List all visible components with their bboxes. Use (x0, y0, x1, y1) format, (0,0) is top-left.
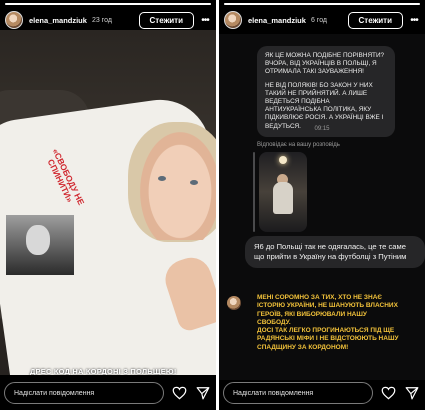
avatar[interactable] (224, 11, 242, 29)
story-photo: «СВОБОДУ НЕ СПИНИТИ» ДРЕС КОД НА КОРДОНІ… (0, 30, 216, 375)
overlay-text: ДОСІ ТАК ЛЕГКО ПРОГИНАЮТЬСЯ ПІД ЩЕ РАДЯН… (257, 327, 399, 351)
post-time: 6 год (310, 16, 328, 24)
overlay-text: МЕНІ СОРОМНО ЗА ТИХ, ХТО НЕ ЗНАЄ ІСТОРІЮ… (257, 294, 398, 327)
chat-screenshot: ЯК ЦЕ МОЖНА ПОДІБНЕ ПОРІВНЯТИ? ВЧОРА, ВІ… (219, 34, 425, 380)
avatar[interactable] (5, 11, 23, 29)
story-caption: ДРЕС КОД НА КОРДОНІ З ПОЛЬЩЕЮ! (30, 367, 177, 375)
story-progress-bar (224, 3, 420, 5)
username[interactable]: elena_mandziuk (29, 16, 87, 25)
story-header: elena_mandziuk 6 год Стежити ••• (224, 9, 420, 31)
story-thumbnail[interactable] (259, 152, 307, 232)
message-bubble: ЯК ЦЕ МОЖНА ПОДІБНЕ ПОРІВНЯТИ? ВЧОРА, ВІ… (257, 46, 395, 137)
story-header: elena_mandziuk 23 год Стежити ••• (5, 9, 211, 31)
reply-bar (253, 152, 255, 232)
username[interactable]: elena_mandziuk (248, 16, 306, 25)
sender-avatar (227, 296, 241, 310)
replied-label: Відповідає на вашу розповідь (257, 142, 340, 148)
post-time: 23 год (91, 16, 112, 24)
message-input[interactable] (223, 382, 373, 404)
chat-timestamp: 09:15 (314, 126, 330, 132)
message-bar (223, 382, 421, 404)
follow-button[interactable]: Стежити (138, 11, 194, 29)
face (140, 132, 216, 240)
message-text: НЕ ВІД ПОЛЯКІВ! БО ЗАКОН У НИХ ТАКИЙ НЕ … (265, 81, 384, 130)
heart-icon[interactable] (170, 384, 188, 402)
send-icon[interactable] (194, 384, 212, 402)
story-progress-bar (5, 3, 211, 5)
story-left: «СВОБОДУ НЕ СПИНИТИ» ДРЕС КОД НА КОРДОНІ… (0, 0, 216, 410)
message-bar (4, 382, 212, 404)
message-input[interactable] (4, 382, 164, 404)
follow-button[interactable]: Стежити (347, 11, 403, 29)
heart-icon[interactable] (379, 384, 397, 402)
story-right: elena_mandziuk 6 год Стежити ••• ЯК ЦЕ М… (219, 0, 425, 410)
message-text: ЯК ЦЕ МОЖНА ПОДІБНЕ ПОРІВНЯТИ? ВЧОРА, ВІ… (265, 52, 385, 76)
reply-bubble: Я6 до Польщі так не одягалась, це те сам… (245, 236, 425, 268)
more-dots-icon[interactable]: ••• (199, 15, 211, 26)
send-icon[interactable] (403, 384, 421, 402)
more-dots-icon[interactable]: ••• (408, 15, 420, 26)
